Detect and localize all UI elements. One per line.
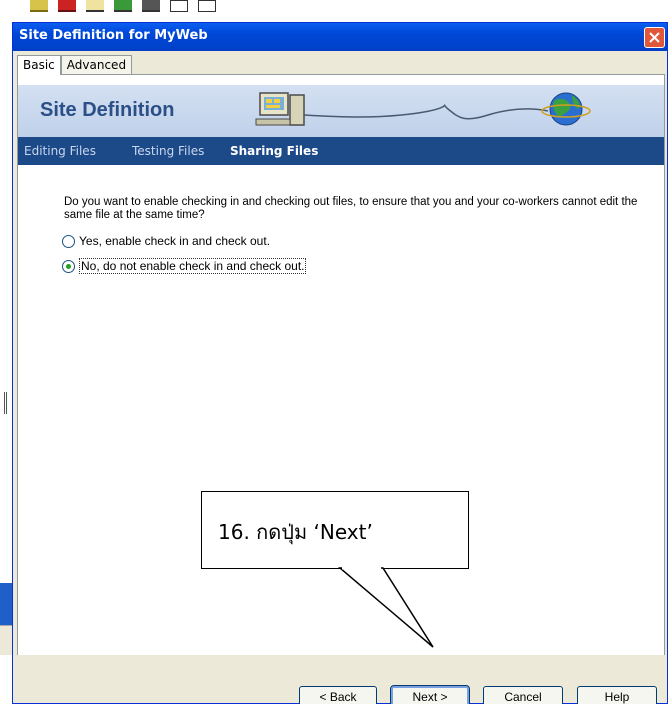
cancel-button[interactable]: Cancel: [483, 686, 563, 704]
back-button[interactable]: < Back: [299, 686, 377, 704]
toolbar-icon: [30, 0, 48, 12]
help-button[interactable]: Help: [577, 686, 657, 704]
toolbar-icon: [58, 0, 76, 12]
background-splitter: [4, 392, 7, 414]
background-panel-header: [0, 583, 12, 625]
background-toolbar: [0, 0, 668, 22]
toolbar-icon: [170, 0, 188, 12]
next-button[interactable]: Next >: [390, 685, 470, 704]
toolbar-icon: [86, 0, 104, 12]
tab-basic[interactable]: Basic: [17, 55, 61, 75]
toolbar-icon: [114, 0, 132, 12]
background-toolbar-icons: [30, 0, 216, 14]
site-definition-dialog: Site Definition for MyWeb Basic Advanced…: [12, 22, 668, 704]
background-panel: [0, 625, 12, 655]
toolbar-icon: [198, 0, 216, 12]
callout-pointer: [337, 566, 434, 648]
toolbar-icon: [142, 0, 160, 12]
